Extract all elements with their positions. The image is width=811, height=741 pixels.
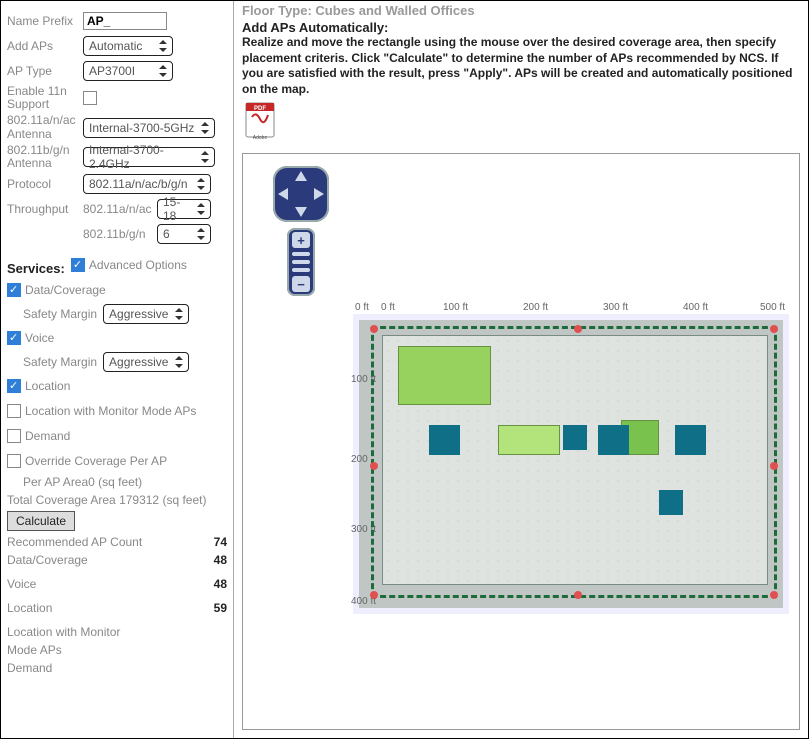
add-aps-select[interactable]: Automatic [83,36,173,56]
zoom-control: + − [287,228,315,296]
result-voice-label: Voice [7,577,36,591]
handle-icon[interactable] [770,462,778,470]
pan-left-button[interactable] [278,188,288,200]
override-label: Override Coverage Per AP [25,454,167,468]
data-coverage-label: Data/Coverage [25,283,106,297]
recommended-ap-value: 74 [203,535,227,549]
handle-icon[interactable] [574,325,582,333]
handle-icon[interactable] [370,591,378,599]
zone-block [498,425,559,455]
room-block [598,425,629,455]
zoom-tick[interactable] [292,260,310,264]
axis-x100: 100 ft [443,302,468,313]
data-safety-select[interactable]: Aggressive [103,304,189,324]
per-ap-area-label: Per AP Area0 (sq feet) [23,475,142,489]
room-block [675,425,706,455]
zone-block [398,346,490,406]
room-block [659,490,682,515]
add-aps-header: Add APs Automatically: [242,20,802,35]
enable-11n-checkbox[interactable] [83,91,97,105]
room-block [563,425,586,450]
nav-control: + − [273,166,329,296]
name-prefix-input[interactable] [83,12,167,30]
throughput-a-label: 802.11a/n/ac [83,202,157,216]
pan-down-button[interactable] [295,207,307,217]
svg-text:PDF: PDF [254,106,266,112]
protocol-label: Protocol [7,177,83,191]
result-data-label: Data/Coverage [7,553,88,567]
zoom-tick[interactable] [292,252,310,256]
axis-y200: 200 [351,454,368,465]
pan-pad [273,166,329,222]
axis-x500: 500 ft [760,302,785,313]
axis-x0: 0 ft [355,302,369,313]
throughput-b-select[interactable]: 6 [157,224,211,244]
location-monitor-label: Location with Monitor Mode APs [25,404,196,418]
throughput-a-select[interactable]: 15-18 [157,199,211,219]
settings-panel: Name Prefix Add APs Automatic AP Type AP… [1,1,233,738]
result-locmon-label: Location with Monitor [7,625,120,639]
location-checkbox[interactable] [7,379,21,393]
handle-icon[interactable] [370,325,378,333]
data-safety-label: Safety Margin [23,307,97,321]
pan-up-button[interactable] [295,171,307,181]
axis-x300: 300 ft [603,302,628,313]
instructions-text: Realize and move the rectangle using the… [242,35,802,97]
enable-11n-label: Enable 11n Support [7,85,83,111]
result-location-label: Location [7,601,52,615]
calculate-button[interactable]: Calculate [7,511,75,531]
antenna-b-select[interactable]: Internal-3700-2.4GHz [83,147,215,167]
add-aps-label: Add APs [7,39,83,53]
handle-icon[interactable] [370,462,378,470]
ap-type-label: AP Type [7,64,83,78]
handle-icon[interactable] [574,591,582,599]
antenna-b-label: 802.11b/g/n Antenna [7,144,83,170]
room-block [429,425,460,455]
throughput-b-label: 802.11b/g/n [83,227,157,241]
axis-x200: 200 ft [523,302,548,313]
recommended-ap-label: Recommended AP Count [7,535,142,549]
advanced-options-label: Advanced Options [89,258,187,272]
throughput-label: Throughput [7,202,83,216]
map-area[interactable]: + − 0 ft 0 ft 100 ft 200 ft 300 ft 400 f… [242,153,800,730]
pdf-icon[interactable]: PDF Adobe [242,101,282,144]
voice-checkbox[interactable] [7,331,21,345]
axis-x400: 400 ft [683,302,708,313]
floor-plan[interactable]: 0 ft 0 ft 100 ft 200 ft 300 ft 400 ft 50… [353,314,789,614]
location-label: Location [25,379,70,393]
demand-label: Demand [25,429,70,443]
antenna-a-select[interactable]: Internal-3700-5GHz [83,118,215,138]
floor-plan-interior [383,336,767,584]
handle-icon[interactable] [770,325,778,333]
result-data-value: 48 [203,553,227,567]
protocol-select[interactable]: 802.11a/n/ac/b/g/n [83,174,211,194]
name-prefix-label: Name Prefix [7,14,83,28]
demand-checkbox[interactable] [7,429,21,443]
advanced-options-checkbox[interactable] [71,258,85,272]
result-voice-value: 48 [203,577,227,591]
ap-type-select[interactable]: AP3700I [83,61,173,81]
total-coverage-label: Total Coverage Area 179312 (sq feet) [7,493,227,507]
voice-safety-select[interactable]: Aggressive [103,352,189,372]
map-panel: Floor Type: Cubes and Walled Offices Add… [233,1,808,738]
handle-icon[interactable] [770,591,778,599]
voice-label: Voice [25,331,54,345]
floor-type-label: Floor Type: Cubes and Walled Offices [242,3,802,18]
voice-safety-label: Safety Margin [23,355,97,369]
data-coverage-checkbox[interactable] [7,283,21,297]
services-label: Services: [7,261,65,276]
pan-right-button[interactable] [314,188,324,200]
zoom-in-button[interactable]: + [292,232,310,248]
result-demand-label: Demand [7,661,52,675]
antenna-a-label: 802.11a/n/ac Antenna [7,114,83,140]
location-monitor-checkbox[interactable] [7,404,21,418]
axis-x0b: 0 ft [381,302,395,313]
override-checkbox[interactable] [7,454,21,468]
zoom-out-button[interactable]: − [292,276,310,292]
svg-text:Adobe: Adobe [253,135,268,141]
zoom-tick[interactable] [292,268,310,272]
result-modeaps-label: Mode APs [7,643,62,657]
result-location-value: 59 [203,601,227,615]
